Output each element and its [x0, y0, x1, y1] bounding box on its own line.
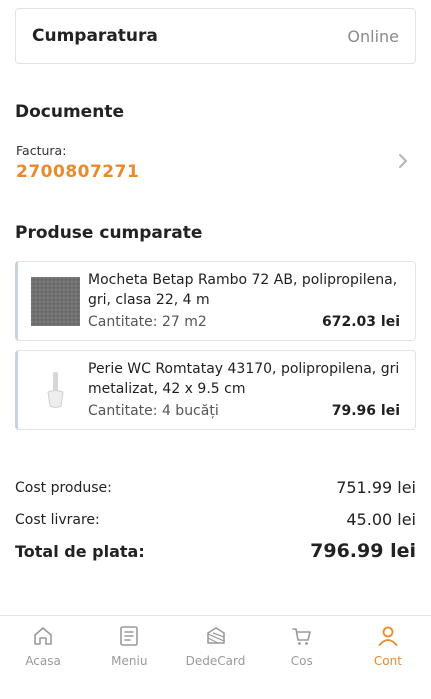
purchase-card: Cumparatura Online — [15, 8, 416, 64]
account-icon — [378, 626, 398, 646]
carpet-thumbnail-icon — [31, 277, 80, 326]
products-cost-value: 751.99 lei — [336, 478, 416, 497]
product-price: 79.96 lei — [331, 403, 400, 419]
products-cost-label: Cost produse: — [15, 479, 112, 496]
total-row: Total de plata: 796.99 lei — [15, 540, 416, 562]
card-icon — [206, 627, 225, 644]
invoice-link[interactable]: Factura: 2700807271 — [15, 142, 416, 186]
nav-item-dedecard[interactable]: DedeCard — [172, 616, 258, 699]
nav-label: DedeCard — [185, 654, 246, 668]
delivery-cost-label: Cost livrare: — [15, 511, 100, 528]
toilet-brush-thumbnail-icon — [31, 366, 80, 415]
chevron-right-icon[interactable] — [396, 151, 410, 171]
product-name: Mocheta Betap Rambo 72 AB, polipropilena… — [88, 272, 398, 308]
delivery-cost-value: 45.00 lei — [346, 510, 416, 529]
invoice-label: Factura: — [16, 143, 67, 158]
menu-icon — [120, 626, 139, 646]
delivery-cost-row: Cost livrare: 45.00 lei — [15, 510, 416, 529]
product-quantity: Cantitate: 4 bucăți — [88, 403, 219, 419]
product-card[interactable]: Perie WC Romtatay 43170, polipropilena, … — [15, 350, 416, 430]
bottom-nav: Acasa Meniu DedeCard Cos Cont — [0, 615, 431, 699]
total-label: Total de plata: — [15, 541, 145, 561]
products-cost-row: Cost produse: 751.99 lei — [15, 478, 416, 497]
cart-icon — [291, 628, 311, 645]
nav-item-cos[interactable]: Cos — [259, 616, 345, 699]
home-icon — [34, 627, 52, 645]
products-title: Produse cumparate — [15, 223, 203, 243]
nav-label: Cont — [373, 654, 402, 668]
product-price: 672.03 lei — [322, 314, 400, 330]
nav-label: Acasa — [25, 654, 61, 668]
nav-label: Cos — [290, 654, 313, 668]
purchase-channel: Online — [347, 26, 399, 46]
product-quantity: Cantitate: 27 m2 — [88, 314, 207, 330]
product-name: Perie WC Romtatay 43170, polipropilena, … — [88, 361, 400, 397]
total-value: 796.99 lei — [310, 540, 416, 562]
nav-label: Meniu — [111, 654, 148, 668]
nav-item-cont[interactable]: Cont — [345, 616, 431, 699]
purchase-title: Cumparatura — [32, 26, 158, 46]
nav-item-meniu[interactable]: Meniu — [86, 616, 172, 699]
nav-item-acasa[interactable]: Acasa — [0, 616, 86, 699]
documents-title: Documente — [15, 102, 124, 122]
product-card[interactable]: Mocheta Betap Rambo 72 AB, polipropilena… — [15, 261, 416, 341]
invoice-number[interactable]: 2700807271 — [16, 162, 139, 182]
